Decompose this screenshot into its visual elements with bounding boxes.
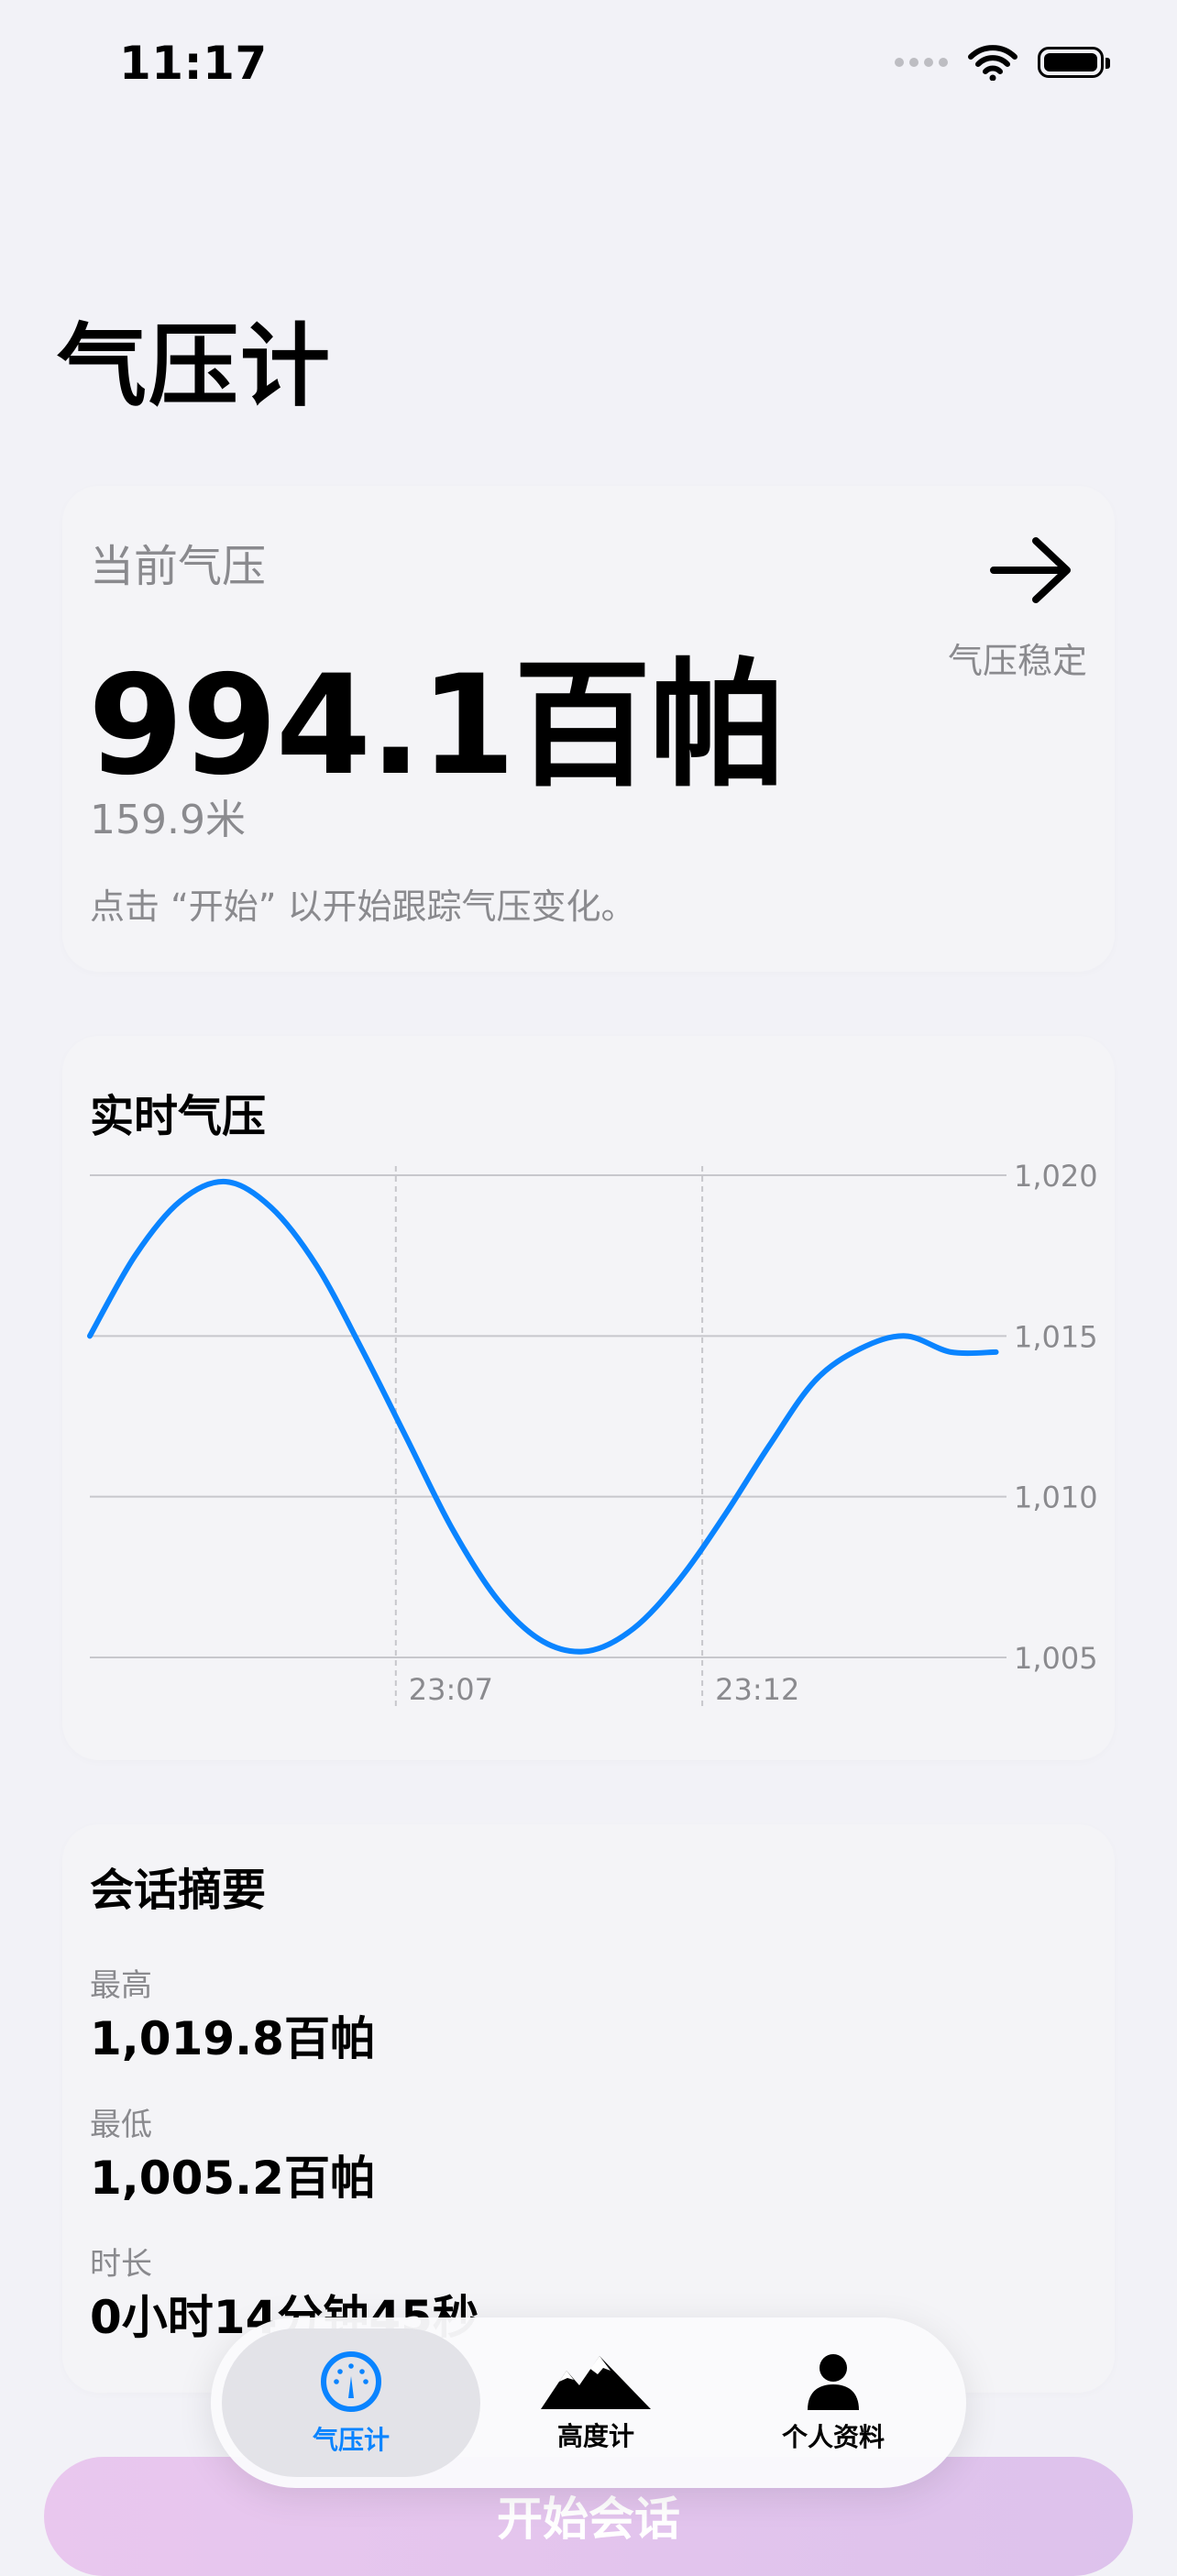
arrow-right-icon (990, 537, 1071, 603)
y-tick-label: 1,020 (1014, 1159, 1098, 1194)
max-label: 最高 (90, 1967, 152, 2004)
current-pressure-card: 当前气压 994.1百帕 159.9米 点击 “开始” 以开始跟踪气压变化。 气… (62, 486, 1115, 972)
tab-altimeter-label: 高度计 (556, 2421, 634, 2451)
y-tick-label: 1,010 (1014, 1481, 1098, 1515)
realtime-pressure-card: 实时气压 1,020 1,015 1,010 1,005 23:07 23:12 (62, 1036, 1115, 1760)
tab-profile[interactable]: 个人资料 (711, 2328, 955, 2477)
min-value: 1,005.2百帕 (90, 2152, 376, 2205)
page-title: 气压计 (57, 314, 333, 419)
tab-altimeter[interactable]: 高度计 (486, 2328, 706, 2477)
gauge-icon (321, 2351, 381, 2412)
max-value: 1,019.8百帕 (90, 2012, 376, 2065)
min-label: 最低 (90, 2107, 152, 2143)
y-tick-label: 1,005 (1014, 1641, 1098, 1676)
session-summary-card: 会话摘要 最高 1,019.8百帕 最低 1,005.2百帕 时长 0小时14分… (62, 1824, 1115, 2393)
battery-icon (1038, 47, 1110, 78)
current-pressure-label: 当前气压 (90, 541, 267, 592)
pressure-series-line (87, 1179, 999, 1655)
x-tick-label: 23:12 (715, 1672, 799, 1707)
summary-title: 会话摘要 (90, 1865, 267, 1916)
pressure-trend-label: 气压稳定 (947, 641, 1087, 681)
start-hint: 点击 “开始” 以开始跟踪气压变化。 (90, 886, 636, 927)
current-altitude: 159.9米 (90, 797, 246, 843)
duration-label: 时长 (90, 2246, 152, 2283)
tab-bar: 气压计 高度计 个人资料 (211, 2317, 966, 2488)
pressure-chart: 1,020 1,015 1,010 1,005 23:07 23:12 (87, 1159, 1098, 1711)
person-icon (808, 2354, 859, 2410)
status-bar: 11:17 (0, 0, 1177, 128)
current-pressure-value: 994.1百帕 (88, 646, 786, 806)
tab-barometer[interactable]: 气压计 (222, 2328, 480, 2477)
mountain-icon (541, 2356, 651, 2409)
y-tick-label: 1,015 (1014, 1319, 1098, 1354)
wifi-icon (968, 45, 1018, 81)
cellular-signal-icon (895, 58, 948, 67)
x-tick-label: 23:07 (409, 1672, 493, 1707)
status-time: 11:17 (119, 37, 268, 90)
tab-barometer-label: 气压计 (312, 2425, 390, 2455)
status-icons (895, 44, 1110, 81)
tab-profile-label: 个人资料 (781, 2422, 885, 2452)
